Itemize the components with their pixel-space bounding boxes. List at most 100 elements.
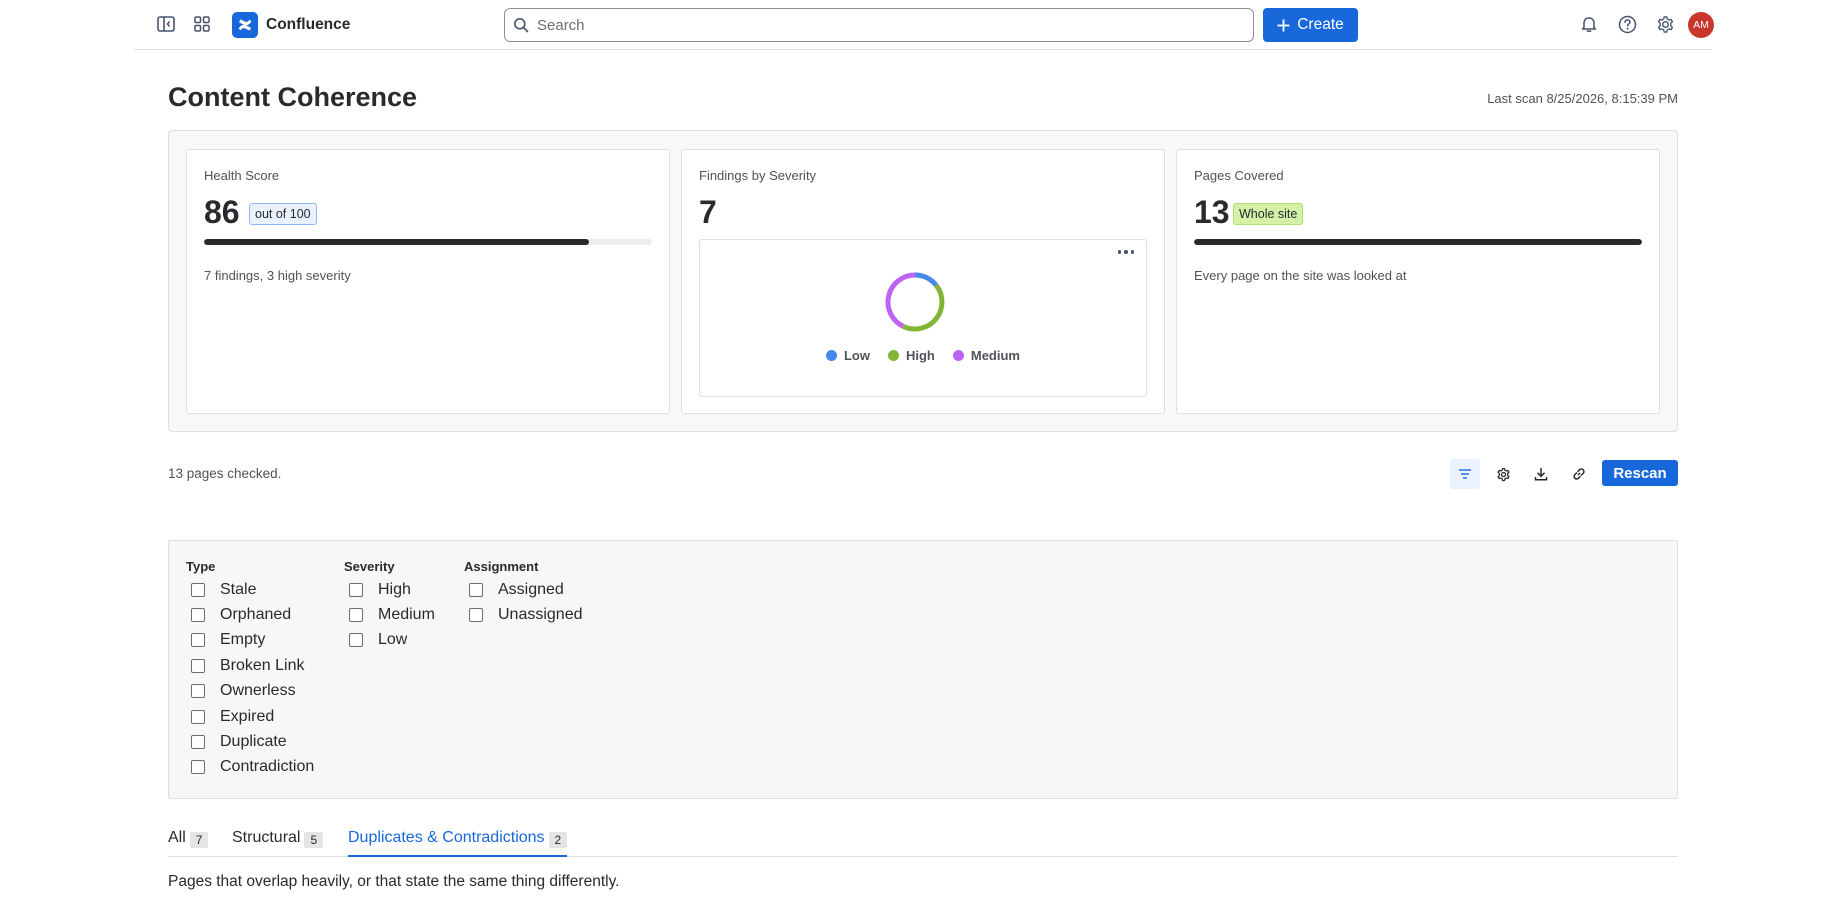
tab-all-label: All	[168, 829, 186, 846]
user-avatar[interactable]: AM	[1688, 12, 1714, 38]
sidebar-toggle-icon[interactable]	[154, 12, 178, 36]
legend-label: High	[905, 348, 935, 363]
legend-item-high[interactable]: High	[887, 348, 935, 363]
donut-slice-low[interactable]	[914, 272, 939, 287]
checkbox[interactable]	[191, 760, 205, 775]
filter-option-low[interactable]: Low	[344, 628, 435, 653]
create-button-label: Create	[1297, 16, 1344, 33]
findings-tabs: All 7 Structural 5 Duplicates & Contradi…	[168, 829, 1678, 857]
findings-label: Findings by Severity	[699, 168, 817, 183]
filter-option-high[interactable]: High	[344, 577, 435, 602]
filter-option-label: High	[378, 580, 411, 598]
health-score-caption: 7 findings, 3 high severity	[204, 268, 351, 283]
checkbox[interactable]	[191, 684, 205, 699]
export-download-button[interactable]	[1526, 459, 1556, 489]
legend-label: Medium	[970, 348, 1020, 363]
filter-option-label: Low	[378, 631, 408, 649]
checkbox[interactable]	[191, 608, 205, 623]
filter-option-contradiction[interactable]: Contradiction	[186, 755, 314, 780]
filter-option-expired[interactable]: Expired	[186, 704, 314, 729]
filter-title-severity: Severity	[344, 559, 395, 574]
filter-option-label: Orphaned	[220, 606, 292, 624]
copy-link-button[interactable]	[1564, 459, 1594, 489]
tab-duplicates-label: Duplicates & Contradictions	[348, 829, 545, 846]
filter-icon	[1459, 469, 1471, 479]
filter-toggle-button[interactable]	[1450, 459, 1480, 489]
download-icon	[1534, 468, 1548, 481]
health-score-progress-fill	[204, 239, 590, 245]
notifications-bell-icon[interactable]	[1577, 12, 1601, 36]
top-navigation-bar: Confluence Create AM	[134, 0, 1714, 50]
create-button[interactable]: Create	[1263, 8, 1358, 42]
legend-item-low[interactable]: Low	[825, 348, 870, 363]
checkbox[interactable]	[469, 608, 483, 623]
chart-more-options-button[interactable]	[1114, 244, 1138, 260]
filter-option-label: Unassigned	[498, 606, 583, 624]
findings-count: 7	[699, 194, 717, 230]
checkbox[interactable]	[349, 633, 363, 648]
filter-option-label: Medium	[378, 606, 435, 624]
summary-cards-panel: Health Score 86 out of 100 7 findings, 3…	[168, 130, 1678, 432]
tab-duplicates-contradictions[interactable]: Duplicates & Contradictions 2	[348, 829, 568, 857]
tab-description: Pages that overlap heavily, or that stat…	[168, 873, 620, 890]
filter-option-label: Empty	[220, 631, 266, 649]
scan-settings-button[interactable]	[1488, 459, 1518, 489]
filter-option-label: Ownerless	[220, 682, 296, 700]
findings-by-severity-card: Findings by Severity 7 Low High Medium	[681, 149, 1165, 414]
filter-option-duplicate[interactable]: Duplicate	[186, 729, 314, 754]
legend-swatch	[952, 350, 964, 361]
filter-option-label: Contradiction	[220, 758, 315, 776]
filters-panel: Type Stale Orphaned Empty Broken Link Ownerl…	[168, 540, 1678, 799]
page-title: Content Coherence	[168, 82, 418, 112]
filter-option-stale[interactable]: Stale	[186, 577, 314, 602]
checkbox[interactable]	[191, 582, 205, 597]
filter-option-medium[interactable]: Medium	[344, 602, 435, 627]
health-score-label: Health Score	[204, 168, 280, 183]
filter-title-type: Type	[186, 559, 216, 574]
last-scan-timestamp: Last scan 8/25/2026, 8:15:39 PM	[1487, 91, 1678, 106]
search-icon	[514, 18, 529, 33]
settings-gear-icon[interactable]	[1653, 12, 1677, 36]
tab-duplicates-count: 2	[548, 832, 568, 848]
search-box[interactable]	[504, 8, 1254, 42]
checkbox[interactable]	[191, 633, 205, 648]
legend-item-medium[interactable]: Medium	[952, 348, 1020, 363]
filter-group-type: Type Stale Orphaned Empty Broken Link Ownerl…	[186, 559, 314, 780]
legend-swatch	[887, 350, 899, 361]
confluence-home-link[interactable]: Confluence	[232, 12, 350, 38]
checkbox[interactable]	[191, 735, 205, 750]
health-score-progress	[204, 239, 652, 245]
search-input[interactable]	[537, 16, 1227, 34]
filter-option-ownerless[interactable]: Ownerless	[186, 679, 314, 704]
severity-donut-chart	[885, 272, 945, 332]
donut-slice-high[interactable]	[902, 283, 945, 332]
rescan-button[interactable]: Rescan	[1602, 460, 1678, 486]
app-switcher-icon[interactable]	[190, 12, 214, 36]
health-score-value: 86	[204, 194, 240, 230]
tab-structural[interactable]: Structural 5	[232, 829, 324, 857]
filter-option-orphaned[interactable]: Orphaned	[186, 602, 314, 627]
filter-option-assigned[interactable]: Assigned	[464, 577, 583, 602]
pages-covered-badge: Whole site	[1233, 203, 1304, 225]
legend-label: Low	[843, 348, 870, 363]
legend-swatch	[825, 350, 837, 361]
filter-option-label: Duplicate	[220, 733, 287, 751]
checkbox[interactable]	[349, 582, 363, 597]
checkbox[interactable]	[349, 608, 363, 623]
filter-option-label: Expired	[220, 707, 275, 725]
filter-option-broken-link[interactable]: Broken Link	[186, 653, 314, 678]
tab-structural-count: 5	[304, 832, 324, 848]
help-icon[interactable]	[1615, 12, 1639, 36]
tab-all[interactable]: All 7	[168, 829, 209, 857]
filter-option-unassigned[interactable]: Unassigned	[464, 602, 583, 627]
filter-group-severity: Severity High Medium Low	[344, 559, 435, 653]
app-name: Confluence	[266, 16, 351, 33]
checkbox[interactable]	[191, 709, 205, 724]
donut-slice-medium[interactable]	[885, 272, 916, 329]
filter-option-empty[interactable]: Empty	[186, 628, 314, 653]
tab-all-count: 7	[189, 832, 209, 848]
confluence-logo-icon	[232, 12, 258, 38]
checkbox[interactable]	[469, 582, 483, 597]
pages-covered-label: Pages Covered	[1194, 168, 1284, 183]
checkbox[interactable]	[191, 658, 205, 673]
